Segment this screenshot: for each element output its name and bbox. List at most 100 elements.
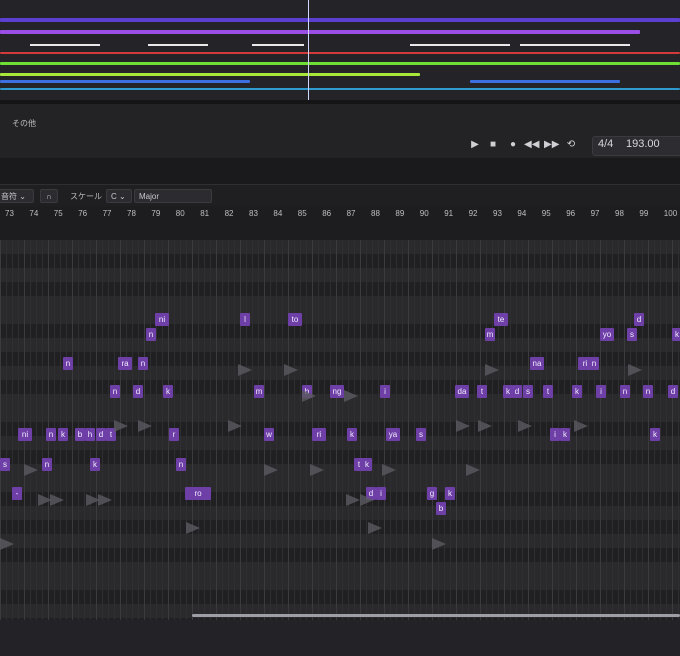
stop-button[interactable]: ■ xyxy=(486,138,500,152)
pitch-curve-marker xyxy=(0,538,14,550)
lyric-note[interactable]: d xyxy=(668,385,678,398)
lyric-note[interactable]: k xyxy=(362,458,372,471)
grid-line xyxy=(372,240,373,620)
time-signature[interactable]: 4/4 xyxy=(598,138,613,150)
lyric-note[interactable]: ya xyxy=(386,428,400,441)
horizontal-scrollbar[interactable] xyxy=(192,614,680,617)
lyric-note[interactable]: s xyxy=(416,428,426,441)
record-button[interactable]: ● xyxy=(506,138,520,152)
lyric-note[interactable]: i xyxy=(376,487,386,500)
track-lane-7[interactable] xyxy=(0,88,680,90)
magnet-button[interactable]: ∩ xyxy=(40,189,58,203)
lyric-note[interactable]: ra xyxy=(118,357,132,370)
track-lane-5[interactable] xyxy=(0,73,420,76)
lyric-note[interactable]: k xyxy=(90,458,100,471)
track-clip[interactable] xyxy=(30,44,100,46)
lyric-note[interactable]: g xyxy=(427,487,437,500)
lyric-note[interactable]: s xyxy=(523,385,533,398)
lyric-note[interactable]: k xyxy=(58,428,68,441)
lyric-note[interactable]: k xyxy=(347,428,357,441)
track-lane-2[interactable] xyxy=(0,30,640,34)
lyric-note[interactable]: d xyxy=(96,428,106,441)
rewind-button[interactable]: ◀◀ xyxy=(524,138,539,152)
lyric-note[interactable]: to xyxy=(288,313,302,326)
lyric-note[interactable]: h xyxy=(85,428,95,441)
fast-forward-button[interactable]: ▶▶ xyxy=(544,138,559,152)
lyric-note[interactable]: n xyxy=(46,428,56,441)
scale-dropdown[interactable]: Major xyxy=(134,189,212,203)
lyric-note[interactable]: k xyxy=(650,428,660,441)
lyric-note[interactable]: da xyxy=(455,385,469,398)
lyric-note[interactable]: s xyxy=(0,458,10,471)
track-clip[interactable] xyxy=(148,44,208,46)
lyric-note[interactable]: k xyxy=(672,328,680,341)
lyric-note[interactable]: k xyxy=(560,428,570,441)
lyric-note[interactable]: i xyxy=(550,428,560,441)
lyric-note[interactable]: i xyxy=(596,385,606,398)
lyric-note[interactable]: n xyxy=(138,357,148,370)
lyric-note[interactable]: n xyxy=(643,385,653,398)
piano-roll[interactable]: ni n l to te m yo s d k n ra n na ri n n d k m b ng i da t k d s t k i… xyxy=(0,240,680,620)
arrangement-overview[interactable] xyxy=(0,0,680,100)
play-button[interactable]: ▶ xyxy=(468,138,482,152)
measure-number: 76 xyxy=(78,209,88,218)
lyric-note[interactable]: l xyxy=(240,313,250,326)
track-lane-1[interactable] xyxy=(0,18,680,22)
key-dropdown[interactable]: C ⌄ xyxy=(106,189,132,203)
mode-dropdown[interactable]: 音符 ⌄ xyxy=(0,189,34,203)
loop-button[interactable]: ⟲ xyxy=(564,138,578,152)
grid-line xyxy=(186,240,187,620)
lyric-note[interactable]: n xyxy=(63,357,73,370)
lyric-note[interactable]: n xyxy=(42,458,52,471)
lyric-note[interactable]: n xyxy=(589,357,599,370)
pitch-curve-marker xyxy=(114,420,128,432)
grid-line xyxy=(0,240,1,620)
lyric-note[interactable]: n xyxy=(110,385,120,398)
lyric-note[interactable]: d xyxy=(512,385,522,398)
track-lane-6b[interactable] xyxy=(470,80,620,83)
measure-number: 73 xyxy=(5,209,14,218)
lyric-note[interactable]: ri xyxy=(312,428,326,441)
track-lane-6[interactable] xyxy=(0,80,250,83)
lyric-note[interactable]: b xyxy=(436,502,446,515)
lyric-note[interactable]: t xyxy=(477,385,487,398)
track-lane-4[interactable] xyxy=(0,62,680,65)
lyric-note[interactable]: n xyxy=(620,385,630,398)
track-lane-3[interactable] xyxy=(0,52,680,54)
measure-number: 75 xyxy=(53,209,63,218)
lyric-note[interactable]: r xyxy=(169,428,179,441)
lyric-note[interactable]: k xyxy=(445,487,455,500)
pitch-curve-marker xyxy=(238,364,252,376)
lyric-note[interactable]: ng xyxy=(330,385,344,398)
lyric-note[interactable]: b xyxy=(75,428,85,441)
lyric-note[interactable]: d xyxy=(634,313,644,326)
grid-line xyxy=(366,240,367,620)
lyric-note[interactable]: ni xyxy=(155,313,169,326)
lyric-note[interactable]: w xyxy=(264,428,274,441)
grid-line xyxy=(330,240,331,620)
lyric-note[interactable]: k xyxy=(163,385,173,398)
grid-line xyxy=(444,240,445,620)
lyric-note[interactable]: n xyxy=(146,328,156,341)
lyric-note[interactable]: na xyxy=(530,357,544,370)
lyric-note[interactable]: k xyxy=(572,385,582,398)
lyric-note[interactable]: t xyxy=(543,385,553,398)
track-panel xyxy=(0,104,680,158)
track-clip[interactable] xyxy=(252,44,304,46)
lyric-note[interactable]: ro xyxy=(185,487,211,500)
grid-line xyxy=(384,240,385,620)
lyric-note[interactable]: i xyxy=(380,385,390,398)
lyric-note[interactable]: ni xyxy=(18,428,32,441)
track-clip[interactable] xyxy=(410,44,510,46)
lyric-note[interactable]: d xyxy=(133,385,143,398)
lyric-note[interactable]: te xyxy=(494,313,508,326)
lyric-note[interactable]: s xyxy=(627,328,637,341)
lyric-note[interactable]: - xyxy=(12,487,22,500)
track-clip[interactable] xyxy=(520,44,630,46)
playhead[interactable] xyxy=(308,0,309,100)
lyric-note[interactable]: m xyxy=(254,385,264,398)
lyric-note[interactable]: yo xyxy=(600,328,614,341)
tempo-value[interactable]: 193.00 xyxy=(626,138,660,150)
lyric-note[interactable]: n xyxy=(176,458,186,471)
lyric-note[interactable]: m xyxy=(485,328,495,341)
